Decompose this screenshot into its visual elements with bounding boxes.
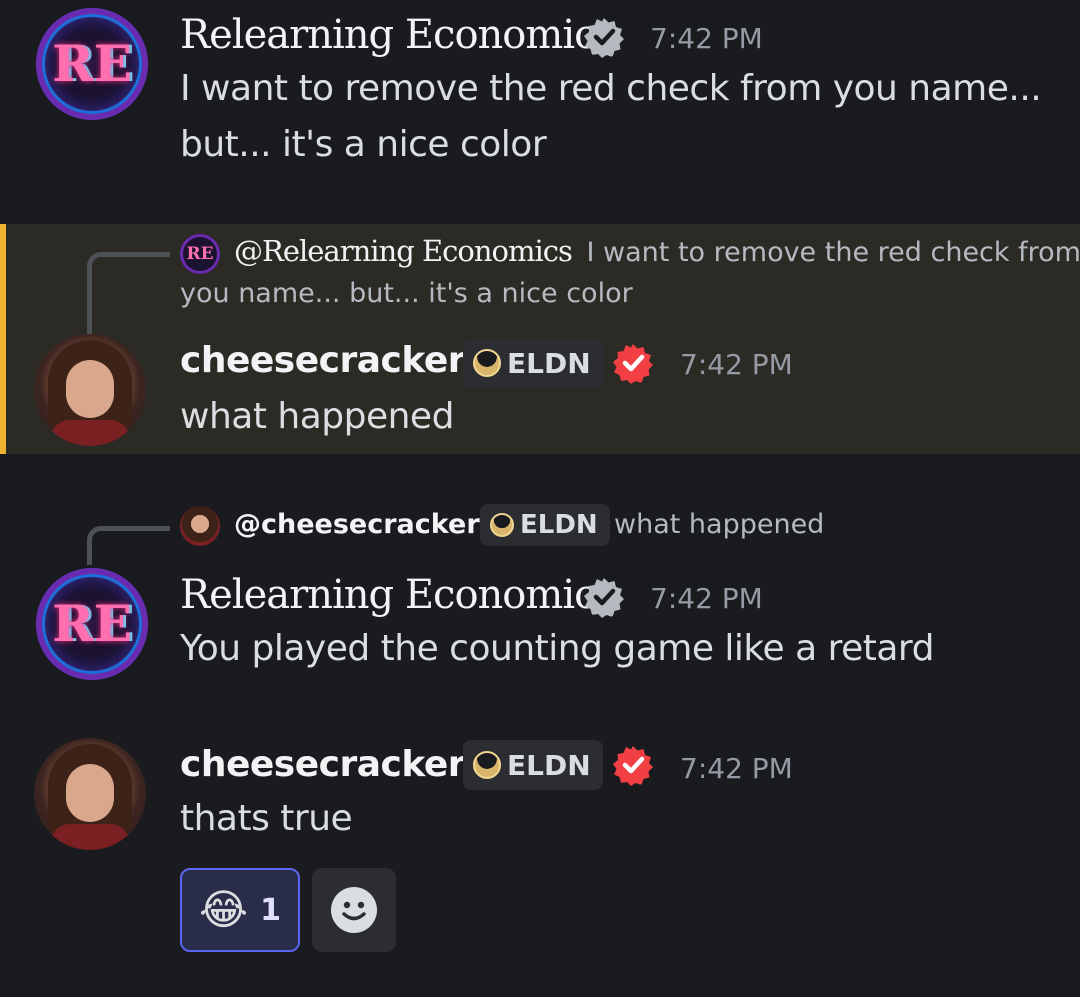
reply-avatar: RE	[180, 234, 220, 274]
timestamp: 7:42 PM	[650, 22, 763, 55]
reaction-count: 1	[260, 892, 281, 928]
reply-preview[interactable]: @Relearning Economics I want to remove t…	[234, 234, 1080, 268]
message-line: I want to remove the red check from you …	[180, 68, 1042, 109]
reply-mention[interactable]: @Relearning Economics	[234, 234, 573, 268]
moon-icon	[473, 349, 501, 377]
timestamp: 7:42 PM	[650, 582, 763, 615]
guild-tag-label: ELDN	[520, 510, 598, 540]
message-1: RE Relearning Economics 7:42 PM I want t…	[0, 0, 1080, 200]
avatar-initials: RE	[52, 34, 132, 93]
message-line: but... it's a nice color	[180, 124, 547, 165]
reply-snippet-continued: you name... but... it's a nice color	[180, 278, 633, 309]
verified-red-icon	[613, 746, 653, 786]
verified-gray-icon	[584, 18, 624, 58]
reply-connector	[87, 252, 170, 341]
guild-tag-label: ELDN	[507, 346, 591, 380]
avatar[interactable]: RE	[36, 8, 148, 120]
message-line: thats true	[180, 798, 353, 839]
reaction-laugh[interactable]: 😂 1	[180, 868, 300, 952]
author-name[interactable]: cheesecracker1	[180, 744, 490, 785]
reply-avatar	[180, 506, 220, 546]
avatar[interactable]	[34, 738, 146, 850]
message-2-highlighted: RE @Relearning Economics I want to remov…	[0, 224, 1080, 454]
reply-connector	[87, 526, 170, 565]
avatar-shirt	[50, 824, 130, 850]
message-line: You played the counting game like a reta…	[180, 628, 934, 669]
reply-snippet: what happened	[614, 509, 825, 540]
avatar[interactable]: RE	[36, 568, 148, 680]
laughing-tears-emoji-icon: 😂	[199, 885, 249, 934]
avatar-initials: RE	[52, 594, 132, 653]
author-name[interactable]: Relearning Economics	[180, 572, 616, 618]
author-name[interactable]: cheesecracker1	[180, 340, 490, 381]
reply-snippet: I want to remove the red check from	[586, 237, 1080, 268]
guild-tag-label: ELDN	[507, 748, 591, 782]
moon-icon	[473, 751, 501, 779]
verified-gray-icon	[584, 578, 624, 618]
avatar[interactable]	[34, 334, 146, 446]
mention-highlight-bar	[0, 224, 6, 454]
timestamp: 7:42 PM	[680, 348, 793, 381]
author-name[interactable]: Relearning Economics	[180, 12, 616, 58]
avatar-shirt	[50, 420, 130, 446]
reply-mention[interactable]: @cheesecracker1	[234, 509, 498, 540]
message-line: what happened	[180, 396, 454, 437]
timestamp: 7:42 PM	[680, 752, 793, 785]
smiley-add-reaction-icon	[331, 887, 377, 933]
guild-tag[interactable]: ELDN	[463, 338, 603, 388]
message-3: @cheesecracker1 ELDN what happened RE Re…	[0, 500, 1080, 700]
reply-guild-tag[interactable]: ELDN	[480, 504, 610, 546]
add-reaction-button[interactable]	[312, 868, 396, 952]
avatar-face	[66, 360, 114, 418]
verified-red-icon	[613, 344, 653, 384]
message-4: cheesecracker1 ELDN 7:42 PM thats true 😂…	[0, 730, 1080, 997]
avatar-face	[66, 764, 114, 822]
moon-icon	[490, 513, 514, 537]
guild-tag[interactable]: ELDN	[463, 740, 603, 790]
